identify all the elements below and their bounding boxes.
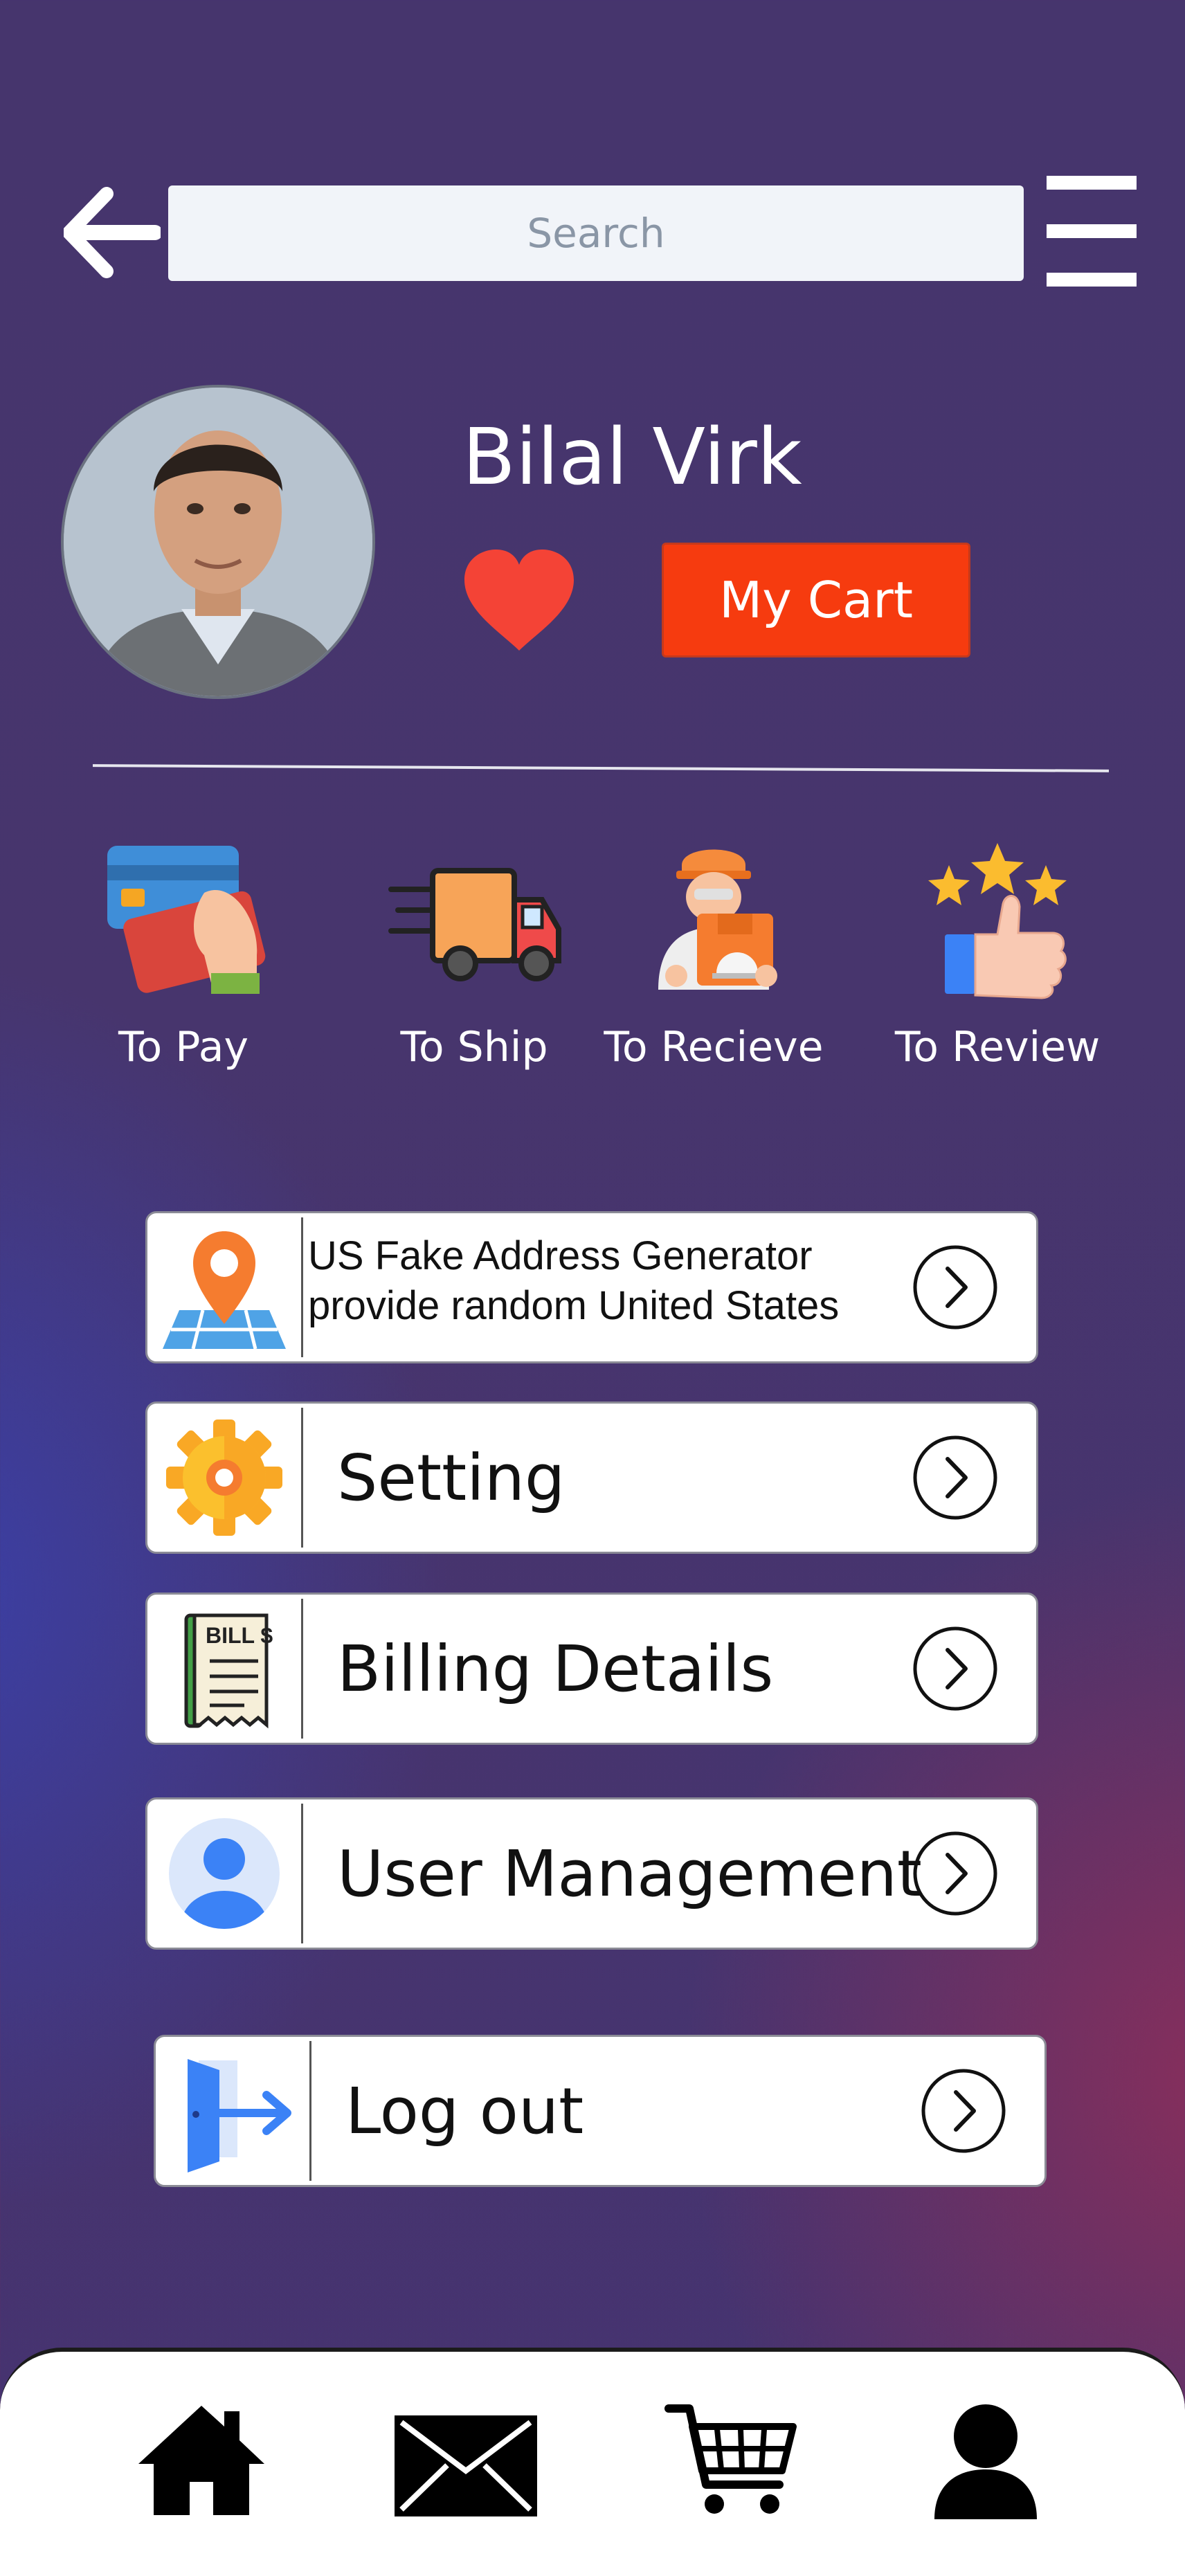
avatar[interactable] xyxy=(61,385,375,699)
credit-card-hand-icon xyxy=(107,846,266,994)
menu-item-log-out[interactable]: Log out xyxy=(154,2035,1047,2187)
cart-icon xyxy=(664,2404,797,2514)
bill-icon: BILL $ xyxy=(184,1613,273,1729)
user-circle-icon xyxy=(169,1818,280,1929)
card-separator xyxy=(301,1408,303,1548)
favorites-button[interactable] xyxy=(460,547,578,657)
arrow-left-icon xyxy=(62,187,163,278)
card-separator xyxy=(301,1599,303,1739)
status-to-ship[interactable]: To Ship xyxy=(360,837,588,1087)
icon-cell xyxy=(147,1799,301,1948)
hamburger-menu-button[interactable] xyxy=(1047,176,1137,287)
card-separator xyxy=(301,1804,303,1943)
thumbs-up-stars-icon xyxy=(928,843,1067,999)
gear-icon xyxy=(166,1419,282,1536)
search-input[interactable] xyxy=(168,185,1024,281)
chevron-right-icon[interactable] xyxy=(912,1830,999,1917)
home-icon xyxy=(138,2406,264,2515)
nav-mail[interactable] xyxy=(392,2402,540,2519)
logout-door-icon xyxy=(188,2059,291,2173)
icon-cell xyxy=(156,2037,309,2185)
menu-item-address-generator[interactable]: US Fake Address Generator provide random… xyxy=(145,1211,1038,1363)
status-to-review[interactable]: To Review xyxy=(883,837,1112,1087)
menu-item-label: Log out xyxy=(345,2074,584,2148)
bill-icon-text: BILL $ xyxy=(206,1623,273,1648)
user-name: Bilal Virk xyxy=(462,412,802,502)
icon-cell xyxy=(147,1404,301,1552)
nav-cart[interactable] xyxy=(664,2402,800,2519)
status-to-recieve[interactable]: To Recieve xyxy=(599,837,828,1087)
back-button[interactable] xyxy=(62,187,163,278)
map-pin-icon xyxy=(163,1231,286,1350)
card-separator xyxy=(309,2041,311,2181)
mail-icon xyxy=(395,2415,537,2516)
menu-item-user-management[interactable]: User Management xyxy=(145,1797,1038,1950)
chevron-right-icon[interactable] xyxy=(912,1434,999,1521)
menu-bar xyxy=(1047,176,1137,190)
card-separator xyxy=(301,1217,303,1357)
menu-bar xyxy=(1047,224,1137,238)
menu-bar xyxy=(1047,273,1137,287)
menu-item-label: User Management xyxy=(337,1836,922,1911)
chevron-right-icon[interactable] xyxy=(912,1625,999,1712)
delivery-person-icon xyxy=(658,849,777,990)
menu-item-billing-details[interactable]: BILL $ Billing Details xyxy=(145,1593,1038,1745)
profile-icon xyxy=(934,2404,1037,2519)
heart-icon xyxy=(464,550,574,651)
nav-profile[interactable] xyxy=(932,2402,1040,2519)
my-cart-button[interactable]: My Cart xyxy=(662,543,970,657)
chevron-right-icon[interactable] xyxy=(920,2067,1007,2155)
icon-cell xyxy=(147,1213,301,1361)
menu-item-label: Setting xyxy=(337,1440,566,1515)
status-label: To Review xyxy=(894,1023,1101,1071)
icon-cell: BILL $ xyxy=(147,1595,301,1743)
menu-item-setting[interactable]: Setting xyxy=(145,1402,1038,1554)
chevron-right-icon[interactable] xyxy=(912,1244,999,1331)
profile-photo xyxy=(64,388,372,696)
menu-item-label: Billing Details xyxy=(337,1631,774,1706)
delivery-truck-icon xyxy=(388,868,561,981)
status-to-pay[interactable]: To Pay xyxy=(69,837,298,1087)
status-label: To Recieve xyxy=(604,1023,824,1071)
status-label: To Pay xyxy=(118,1023,248,1071)
divider xyxy=(92,764,1110,772)
menu-item-label: US Fake Address Generator provide random… xyxy=(308,1233,840,1328)
nav-home[interactable] xyxy=(136,2402,267,2519)
